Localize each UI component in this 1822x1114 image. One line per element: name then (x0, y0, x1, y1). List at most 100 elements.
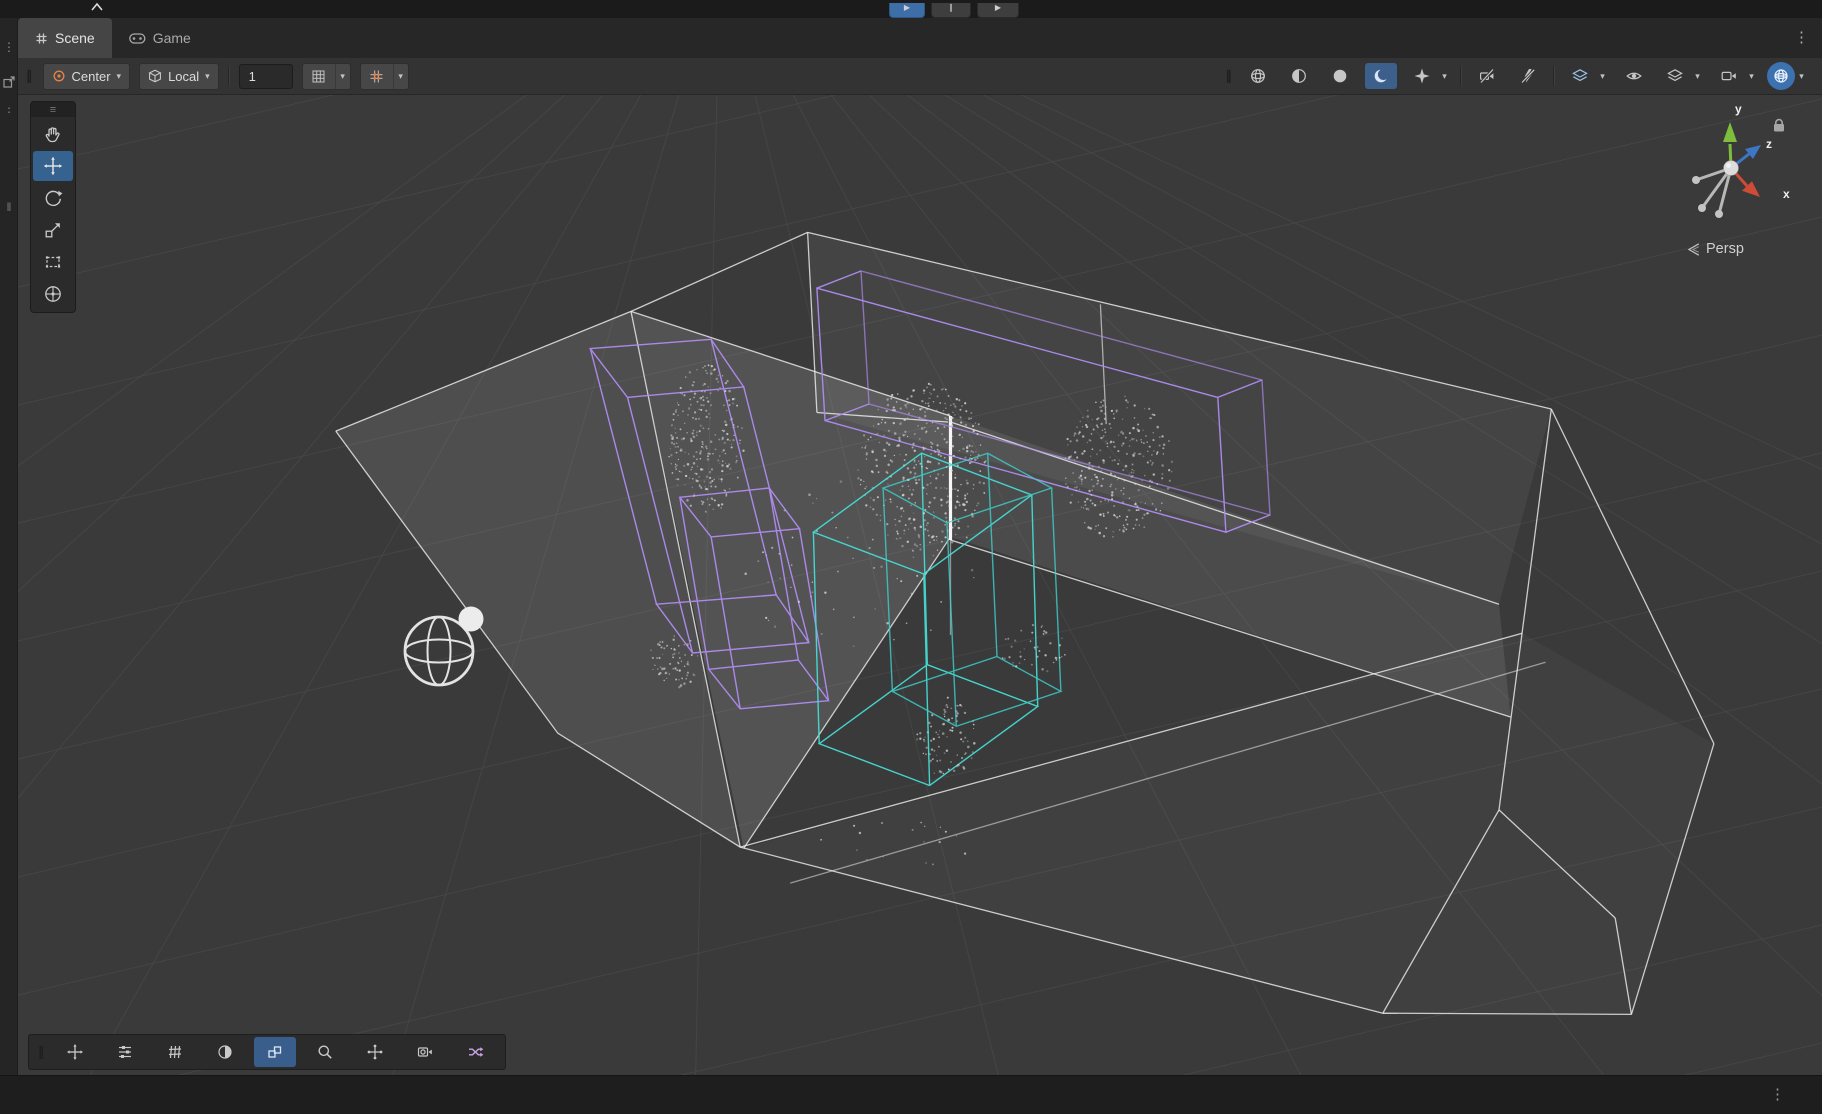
grid-size-input[interactable] (239, 64, 293, 89)
grid-lines-overlay-button[interactable] (154, 1037, 196, 1067)
left-panel-menu-icon[interactable]: ⋮ (0, 40, 18, 54)
caret-down-icon[interactable]: ▾ (393, 64, 408, 89)
search-overlay-button[interactable] (304, 1037, 346, 1067)
scene-lighting-button[interactable] (1283, 63, 1315, 89)
room-wall-fills (336, 232, 1714, 1014)
shadows-icon (1331, 67, 1349, 85)
pivot-mode-dropdown[interactable]: Center ▾ (43, 63, 131, 90)
light-gizmo[interactable] (405, 607, 484, 686)
pivot-mode-label: Center (72, 69, 111, 84)
flare-disabled-button[interactable] (1512, 63, 1544, 89)
scene-visibility-button[interactable] (1618, 63, 1650, 89)
shuffle-overlay-button[interactable] (454, 1037, 496, 1067)
tab-scene[interactable]: Scene (18, 18, 112, 58)
gizmo-center-handle[interactable] (1724, 161, 1739, 176)
grid-snapping-button[interactable]: ▾ (360, 63, 409, 90)
hierarchy-overlay-button[interactable] (104, 1037, 146, 1067)
light-gizmo-handle[interactable] (459, 607, 484, 632)
search-icon (316, 1043, 334, 1061)
caret-down-icon: ▾ (1795, 71, 1808, 82)
tab-game-label: Game (153, 30, 191, 46)
toolbar-separator (1553, 66, 1555, 86)
hierarchy-icon (116, 1043, 134, 1061)
handle-orientation-dropdown[interactable]: Local ▾ (139, 63, 219, 90)
handle-orientation-label: Local (168, 69, 199, 84)
bottom-toolbar-drag-handle[interactable]: ∥ (38, 1044, 46, 1060)
caret-down-icon[interactable]: ▾ (335, 64, 350, 89)
axis-x-label: x (1783, 187, 1790, 201)
dots-handle-icon[interactable]: ∶ (0, 104, 18, 117)
pause-icon: ∥ (949, 3, 953, 13)
perspective-icon (1686, 242, 1701, 257)
caret-down-icon: ▾ (1745, 71, 1758, 82)
toolbar-drag-handle[interactable]: ∥ (26, 68, 34, 84)
caret-down-icon: ▾ (1596, 71, 1609, 82)
scene-visibility-eye-icon (1625, 67, 1643, 85)
play-button-partial[interactable]: ▶ (889, 3, 925, 18)
gizmo-center-highlight (1726, 163, 1731, 168)
snap-increment-button[interactable]: ▾ (302, 63, 351, 90)
transform-handles-icon (366, 1043, 384, 1061)
tools-overlay-handle[interactable]: ≡ (31, 102, 75, 117)
gizmos-toggle-button[interactable]: ▾ (1767, 62, 1808, 90)
rect-icon (43, 252, 63, 272)
rotate-icon (43, 188, 63, 208)
scene-audio-button[interactable] (1365, 63, 1397, 89)
camera-record-overlay-button[interactable] (404, 1037, 446, 1067)
main-toolbar-partial: ▶ ∥ ▶ (0, 0, 1822, 18)
shuffle-icon (466, 1043, 484, 1061)
axis-y-label: y (1735, 102, 1742, 116)
projection-label: Persp (1706, 241, 1744, 257)
shadows-toggle-button[interactable] (1324, 63, 1356, 89)
grid-snapping-icon (369, 69, 384, 84)
effects-sparkle-icon (1413, 67, 1431, 85)
overlay-visibility-dropdown[interactable]: ▾ (1564, 63, 1609, 89)
caret-down-icon: ▾ (1691, 71, 1704, 82)
axis-z-label: z (1766, 137, 1772, 151)
gizmos-globe-icon (1772, 67, 1790, 85)
panel-menu-icon[interactable]: ⋮ (1794, 28, 1808, 46)
tab-game[interactable]: Game (112, 18, 208, 58)
scene-viewport[interactable]: ≡ (18, 95, 1822, 1075)
prefab-boxes-overlay-button[interactable] (254, 1037, 296, 1067)
effects-dropdown-button[interactable]: ▾ (1406, 63, 1451, 89)
transform-handles-overlay-button[interactable] (354, 1037, 396, 1067)
bottom-panel-menu-icon[interactable]: ⋮ (1770, 1085, 1784, 1103)
camera-disabled-button[interactable] (1471, 63, 1503, 89)
gizmo-lock-icon[interactable] (1774, 120, 1784, 132)
flare-disabled-icon (1519, 67, 1537, 85)
unity-editor-window: ▶ ∥ ▶ ⋮ ∶ ‖ Scene (0, 0, 1822, 1114)
pause-button-partial[interactable]: ∥ (931, 3, 971, 18)
caret-down-icon: ▾ (117, 71, 122, 82)
grid-lines-icon (166, 1043, 184, 1061)
view-options-drag-handle[interactable]: ∥ (1226, 68, 1234, 84)
camera-record-icon (416, 1043, 434, 1061)
toolbar-separator (1460, 66, 1462, 86)
step-button-partial[interactable]: ▶ (977, 3, 1019, 18)
transform-icon (43, 284, 63, 304)
projection-switch[interactable]: Persp (1686, 241, 1744, 257)
toolbar-separator (228, 66, 230, 86)
rotate-tool-button[interactable] (33, 183, 73, 213)
caret-down-icon: ▾ (205, 71, 210, 82)
move-tool-button[interactable] (33, 151, 73, 181)
hand-icon (43, 124, 63, 144)
camera-settings-dropdown[interactable]: ▾ (1713, 63, 1758, 89)
negative-axis-tips[interactable] (1692, 176, 1723, 218)
scene-canvas[interactable] (18, 95, 1822, 1075)
shaded-mode-button[interactable] (1242, 63, 1274, 89)
collapse-caret-icon[interactable] (90, 2, 104, 12)
scene-lighting-icon (1290, 67, 1308, 85)
transform-tool-button[interactable] (33, 279, 73, 309)
tab-scene-label: Scene (55, 30, 95, 46)
collapsed-bottom-panel[interactable]: ⋮ (0, 1075, 1822, 1114)
orientation-gizmo[interactable]: y z x (1650, 96, 1822, 246)
move-overlay-button[interactable] (54, 1037, 96, 1067)
scale-tool-button[interactable] (33, 215, 73, 245)
move-icon (66, 1043, 84, 1061)
rect-tool-button[interactable] (33, 247, 73, 277)
bars-handle-icon[interactable]: ‖ (0, 200, 18, 214)
contrast-overlay-button[interactable] (204, 1037, 246, 1067)
hand-tool-button[interactable] (33, 119, 73, 149)
layers-dropdown-button[interactable]: ▾ (1659, 63, 1704, 89)
